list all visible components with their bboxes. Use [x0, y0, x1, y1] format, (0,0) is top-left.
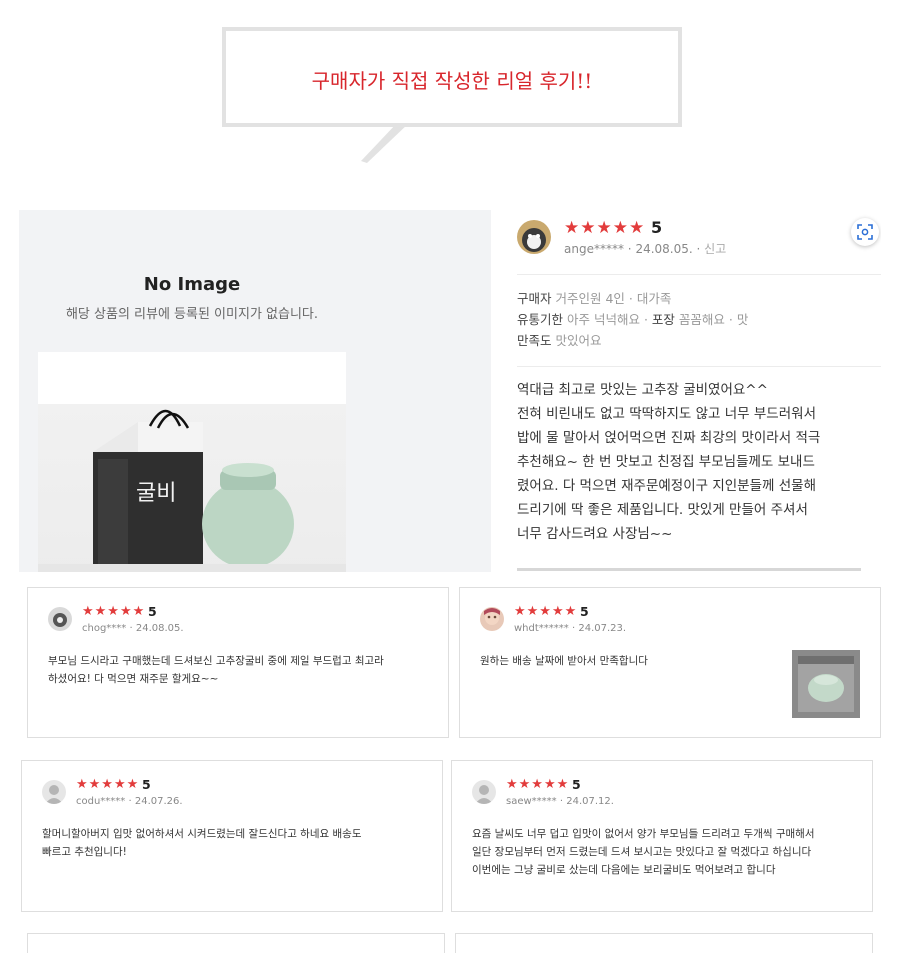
- review-date: 24.08.05.: [135, 623, 184, 634]
- scan-icon: [857, 224, 873, 240]
- review-card[interactable]: ★★★★★ 5 codu***** · 24.07.26. 할머니할아버지 입맛…: [21, 760, 443, 912]
- review-card-partial[interactable]: [455, 933, 873, 953]
- review-card-partial[interactable]: [27, 933, 445, 953]
- rating-stars: ★★★★★: [514, 604, 578, 619]
- rating-stars: ★★★★★: [564, 218, 646, 238]
- divider: [517, 274, 881, 275]
- review-date: 24.07.26.: [134, 796, 183, 807]
- scan-button[interactable]: [851, 218, 879, 246]
- rating-score: 5: [572, 777, 581, 792]
- report-link[interactable]: 신고: [704, 242, 726, 256]
- review-attributes: 구매자 거주인원 4인 · 대가족 유통기한 아주 넉넉해요 · 포장 꼼꼼해요…: [517, 288, 748, 351]
- banner-title: 구매자가 직접 작성한 리얼 후기!!: [311, 69, 593, 93]
- review-photo-thumbnail[interactable]: [792, 650, 860, 718]
- product-image[interactable]: 굴비: [38, 352, 346, 572]
- no-image-subtitle: 해당 상품의 리뷰에 등록된 이미지가 없습니다.: [65, 307, 319, 322]
- scroll-divider: [517, 568, 861, 571]
- review-meta: saew***** · 24.07.12.: [506, 796, 614, 807]
- attr-row: 만족도 맛있어요: [517, 333, 602, 348]
- bubble-tail: [361, 123, 409, 163]
- featured-review: No Image 해당 상품의 리뷰에 등록된 이미지가 없습니다. 굴비 ★★…: [19, 210, 881, 572]
- rating-score: 5: [580, 604, 589, 619]
- review-date: 24.07.12.: [566, 796, 614, 807]
- rating-stars: ★★★★★: [506, 777, 570, 792]
- review-banner: 구매자가 직접 작성한 리얼 후기!!: [222, 27, 682, 127]
- attr-row: 유통기한 아주 넉넉해요 · 포장 꼼꼼해요 · 맛: [517, 312, 749, 327]
- avatar: [517, 220, 551, 254]
- review-meta: ange***** · 24.08.05. · 신고: [564, 242, 727, 256]
- no-image-panel: No Image 해당 상품의 리뷰에 등록된 이미지가 없습니다. 굴비: [19, 210, 491, 572]
- review-card[interactable]: ★★★★★ 5 saew***** · 24.07.12. 요즘 날씨도 너무 …: [451, 760, 873, 912]
- user-silhouette-icon: [42, 780, 66, 804]
- divider: [517, 366, 881, 367]
- review-text: 부모님 드시라고 구매했는데 드셔보신 고추장굴비 중에 제일 부드럽고 최고라…: [48, 655, 384, 685]
- review-meta: chog**** · 24.08.05.: [82, 623, 184, 634]
- review-date: 24.07.23.: [578, 623, 627, 634]
- review-meta: codu***** · 24.07.26.: [76, 796, 183, 807]
- review-card[interactable]: ★★★★★ 5 whdt****** · 24.07.23. 원하는 배송 날짜…: [459, 587, 881, 738]
- featured-review-content: ★★★★★ 5 ange***** · 24.08.05. · 신고 구매자 거…: [517, 210, 881, 572]
- no-image-title: No Image: [143, 274, 241, 295]
- review-text: 요즘 날씨도 너무 덥고 입맛이 없어서 양가 부모님들 드리려고 두개씩 구매…: [472, 828, 815, 876]
- avatar: [42, 780, 66, 804]
- user-silhouette-icon: [472, 780, 496, 804]
- rating-score: 5: [148, 604, 157, 619]
- reviewer-name: chog****: [82, 623, 127, 634]
- reviewer-name: whdt******: [514, 623, 569, 634]
- attr-row: 구매자 거주인원 4인 · 대가족: [517, 291, 672, 306]
- review-date: 24.08.05.: [635, 242, 693, 256]
- avatar: [48, 607, 72, 631]
- rating-stars: ★★★★★: [82, 604, 146, 619]
- reviewer-name: codu*****: [76, 796, 126, 807]
- product-photo: 굴비: [38, 404, 346, 572]
- avatar: [472, 780, 496, 804]
- avatar: [480, 607, 504, 631]
- review-card[interactable]: ★★★★★ 5 chog**** · 24.08.05. 부모님 드시라고 구매…: [27, 587, 449, 738]
- rating-score: 5: [142, 777, 151, 792]
- review-text: 원하는 배송 날짜에 받아서 만족합니다: [480, 655, 648, 667]
- reviewer-name: saew*****: [506, 796, 557, 807]
- reviewer-name: ange*****: [564, 242, 624, 256]
- gift-box-jar-illustration: 굴비: [38, 409, 346, 572]
- svg-text:굴비: 굴비: [136, 481, 176, 506]
- review-body: 역대급 최고로 맛있는 고추장 굴비였어요^^ 전혀 비린내도 없고 딱딱하지도…: [517, 382, 821, 542]
- rating-score: 5: [651, 218, 663, 237]
- rating-stars: ★★★★★: [76, 777, 140, 792]
- review-text: 할머니할아버지 입맛 없어하셔서 시켜드렸는데 잘드신다고 하네요 배송도 빠르…: [42, 828, 362, 858]
- review-meta: whdt****** · 24.07.23.: [514, 623, 627, 634]
